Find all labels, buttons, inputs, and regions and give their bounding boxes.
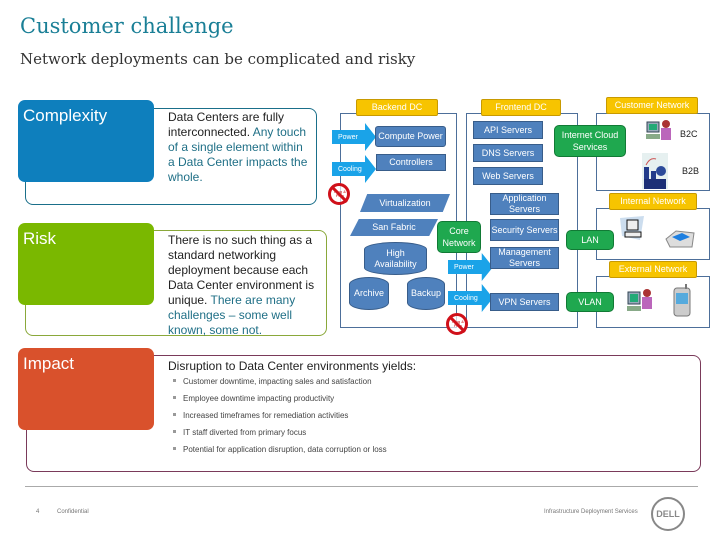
lan-box: LAN bbox=[566, 230, 614, 250]
cooling-arrow-frontend: Cooling bbox=[448, 284, 493, 312]
application-servers-box: Application Servers bbox=[490, 193, 559, 215]
compute-power-box: Compute Power bbox=[375, 126, 446, 147]
vpn-servers-box: VPN Servers bbox=[490, 293, 559, 311]
virtualization-box: Virtualization bbox=[360, 194, 450, 212]
archive-db: Archive bbox=[349, 277, 389, 310]
page-number: 4 bbox=[36, 509, 40, 515]
b2c-user-computer-icon bbox=[645, 117, 673, 145]
impact-bullet: Employee downtime impacting productivity bbox=[173, 394, 688, 411]
complexity-description: Data Centers are fully interconnected. A… bbox=[168, 110, 308, 185]
risk-label: Risk bbox=[18, 223, 154, 305]
remote-user-icon bbox=[626, 286, 656, 316]
high-availability-db: High Availability bbox=[364, 242, 427, 275]
internal-network-header: Internal Network bbox=[609, 193, 697, 210]
b2c-label: B2C bbox=[680, 129, 698, 139]
b2b-label: B2B bbox=[682, 166, 700, 176]
no-entry-sign-icon: Plug & Pray bbox=[328, 183, 350, 205]
internal-network-zone bbox=[596, 208, 710, 260]
power-arrow-backend: Power bbox=[332, 123, 376, 151]
cooling-arrow-backend: Cooling bbox=[332, 155, 376, 183]
vlan-box: VLAN bbox=[566, 292, 614, 312]
customer-network-header: Customer Network bbox=[606, 97, 698, 114]
b2b-factory-icon bbox=[642, 153, 668, 189]
power-arrow-frontend: Power bbox=[448, 253, 493, 281]
management-servers-box: Management Servers bbox=[490, 247, 559, 269]
impact-bullet: Customer downtime, impacting sales and s… bbox=[173, 377, 688, 394]
backend-dc-header: Backend DC bbox=[356, 99, 438, 116]
footer-divider bbox=[25, 486, 698, 487]
dell-logo: DELL bbox=[651, 497, 685, 531]
api-servers-box: API Servers bbox=[473, 121, 543, 139]
impact-bullet: IT staff diverted from primary focus bbox=[173, 428, 688, 445]
customer-network-zone bbox=[596, 113, 710, 191]
impact-bullet: Potential for application disruption, da… bbox=[173, 445, 688, 462]
service-label: Infrastructure Deployment Services bbox=[544, 509, 638, 515]
impact-description: Disruption to Data Center environments y… bbox=[168, 359, 688, 462]
core-network-box: Core Network bbox=[437, 221, 481, 253]
internet-cloud-services-box: Internet Cloud Services bbox=[554, 125, 626, 157]
security-servers-box: Security Servers bbox=[490, 219, 559, 241]
impact-bullet: Increased timeframes for remediation act… bbox=[173, 411, 688, 428]
external-network-zone bbox=[596, 276, 710, 328]
backend-dc-zone bbox=[340, 113, 457, 328]
complexity-label: Complexity bbox=[18, 100, 154, 182]
no-entry-sign-icon: Plug & Pray bbox=[446, 313, 468, 335]
frontend-dc-zone bbox=[466, 113, 578, 328]
impact-label: Impact bbox=[18, 348, 154, 430]
mobile-phone-icon bbox=[672, 284, 692, 318]
dns-servers-box: DNS Servers bbox=[473, 144, 543, 162]
impact-intro: Disruption to Data Center environments y… bbox=[168, 359, 417, 373]
confidential-label: Confidential bbox=[57, 509, 89, 515]
impact-bullets: Customer downtime, impacting sales and s… bbox=[168, 377, 688, 462]
page-title: Customer challenge bbox=[20, 14, 234, 38]
computer-icon bbox=[618, 214, 646, 244]
risk-description: There is no such thing as a standard net… bbox=[168, 233, 318, 338]
no-entry-text: Plug & Pray bbox=[334, 189, 346, 198]
external-network-header: External Network bbox=[609, 261, 697, 278]
web-servers-box: Web Servers bbox=[473, 167, 543, 185]
san-fabric-box: San Fabric bbox=[350, 219, 438, 236]
printer-icon bbox=[664, 225, 696, 250]
controllers-box: Controllers bbox=[376, 154, 446, 171]
frontend-dc-header: Frontend DC bbox=[481, 99, 561, 116]
page-subtitle: Network deployments can be complicated a… bbox=[20, 50, 416, 68]
backup-db: Backup bbox=[407, 277, 445, 310]
no-entry-text: Plug & Pray bbox=[452, 319, 464, 328]
